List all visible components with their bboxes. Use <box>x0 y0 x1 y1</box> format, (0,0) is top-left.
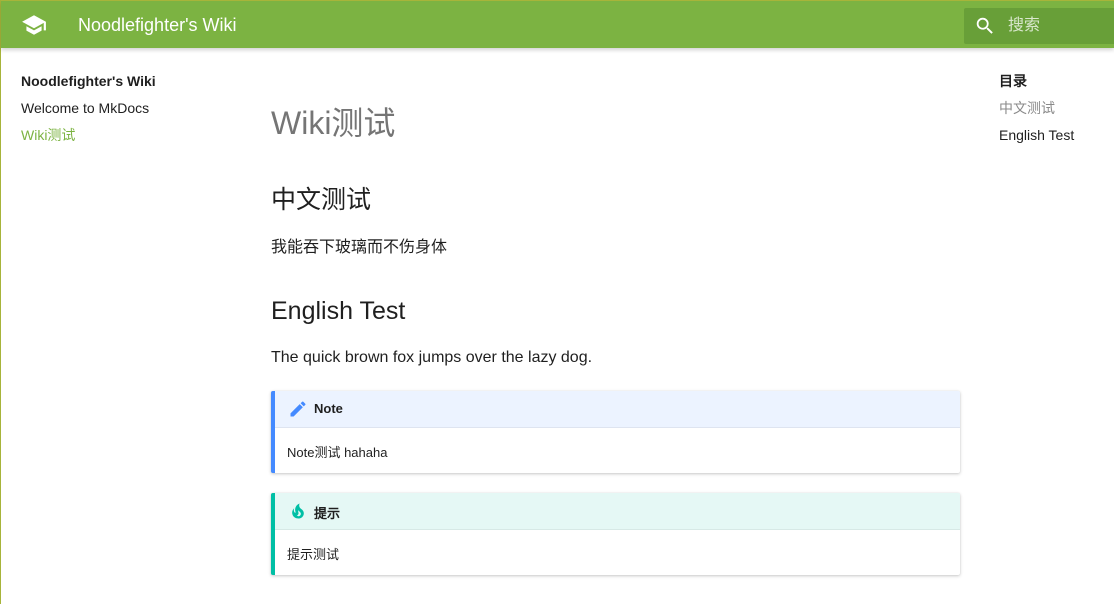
site-title[interactable]: Noodlefighter's Wiki <box>78 15 237 36</box>
search-input[interactable] <box>1008 8 1108 44</box>
section-heading-chinese: 中文测试 <box>271 186 372 214</box>
toc-item-english-test[interactable]: English Test <box>999 127 1109 154</box>
sidebar-item-welcome[interactable]: Welcome to MkDocs <box>21 100 241 127</box>
window-edge <box>0 0 1 604</box>
section-text-chinese: 我能吞下玻璃而不伤身体 <box>271 239 448 256</box>
admonition-body: 提示测试 <box>287 547 340 562</box>
pencil-icon <box>288 399 308 419</box>
table-of-contents: 目录 中文测试 English Test <box>999 73 1109 154</box>
note-admonition: Note Note测试 hahaha <box>271 391 960 473</box>
graduation-cap-icon[interactable] <box>21 12 47 38</box>
sidebar-item-wiki-test[interactable]: Wiki测试 <box>21 127 241 154</box>
admonition-title-bar: 提示 <box>275 493 960 530</box>
tip-admonition: 提示 提示测试 <box>271 493 960 575</box>
flame-icon <box>288 501 308 521</box>
search-box[interactable] <box>964 8 1114 44</box>
nav-title: Noodlefighter's Wiki <box>21 73 156 89</box>
admonition-title-bar: Note <box>275 391 960 428</box>
page-title: Wiki测试 <box>271 105 396 141</box>
toc-item-chinese-test[interactable]: 中文测试 <box>999 100 1109 127</box>
toc-title: 目录 <box>999 73 1027 89</box>
search-icon[interactable] <box>974 15 996 37</box>
section-text-english: The quick brown fox jumps over the lazy … <box>271 349 593 366</box>
header-bar: Noodlefighter's Wiki <box>1 0 1114 48</box>
admonition-body: Note测试 hahaha <box>287 445 388 460</box>
admonition-title: Note <box>314 401 343 416</box>
sidebar-nav: Noodlefighter's Wiki Welcome to MkDocs W… <box>21 73 241 154</box>
section-heading-english: English Test <box>271 297 406 325</box>
admonition-title: 提示 <box>314 506 341 521</box>
